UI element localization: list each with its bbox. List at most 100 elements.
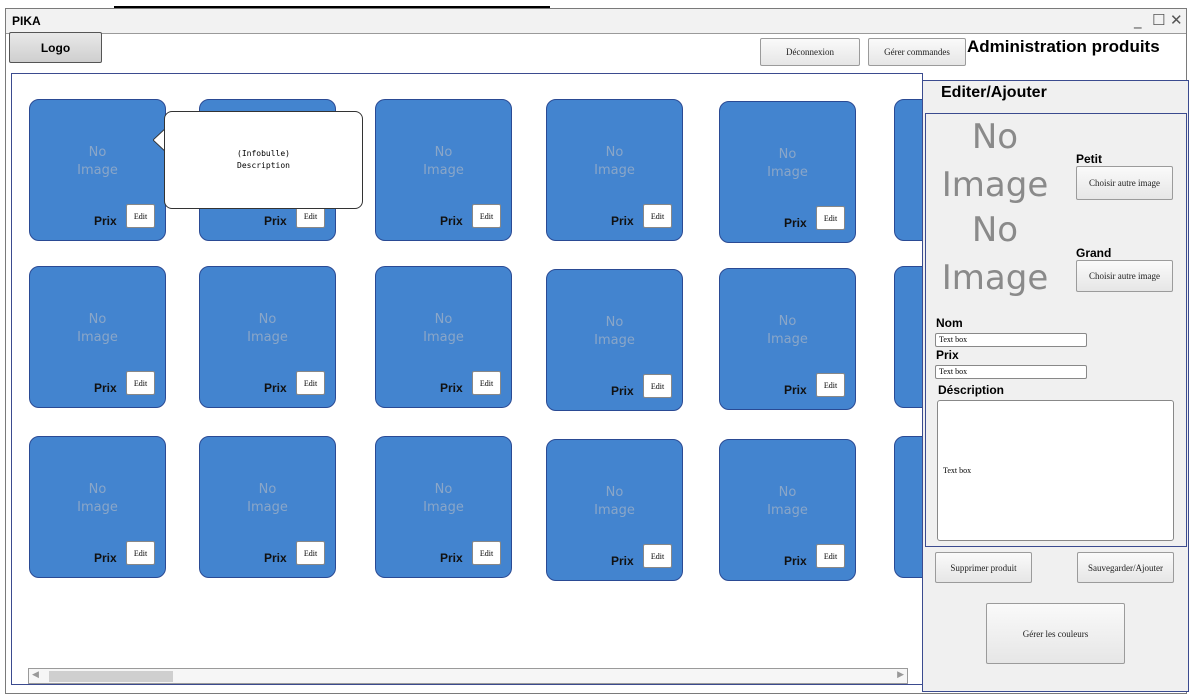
description-tooltip: (Infobulle) Description	[164, 111, 363, 209]
product-price-label: Prix	[611, 554, 634, 568]
no-image-line2: Image	[767, 503, 808, 518]
tooltip-title: (Infobulle)	[237, 149, 290, 158]
no-image-line1: No	[778, 485, 797, 500]
product-image-placeholder: No Image	[30, 311, 165, 347]
large-image-label: Grand	[1076, 246, 1112, 260]
product-card[interactable]: No Image Prix Edit	[29, 266, 166, 408]
small-image-placeholder: No Image	[930, 113, 1060, 209]
no-image-line1: No	[434, 145, 453, 160]
edit-product-button[interactable]: Edit	[126, 541, 155, 565]
product-image-placeholder: No Image	[200, 481, 335, 517]
product-price-label: Prix	[784, 216, 807, 230]
product-image-placeholder: No Image	[30, 144, 165, 180]
product-card[interactable]	[894, 436, 924, 578]
edit-product-button[interactable]: Edit	[643, 374, 672, 398]
no-image-line2: Image	[247, 330, 288, 345]
no-image-line2: Image	[247, 500, 288, 515]
save-add-button[interactable]: Sauvegarder/Ajouter	[1077, 552, 1174, 583]
product-price-label: Prix	[264, 381, 287, 395]
product-card[interactable]: No Image Prix Edit	[546, 269, 683, 411]
manage-colors-button[interactable]: Gérer les couleurs	[986, 603, 1125, 664]
edit-product-button[interactable]: Edit	[296, 371, 325, 395]
product-price-label: Prix	[784, 554, 807, 568]
edit-product-button[interactable]: Edit	[472, 541, 501, 565]
editor-title: Editer/Ajouter	[941, 84, 1047, 101]
product-card[interactable]: No Image Prix Edit	[199, 436, 336, 578]
product-card[interactable]: No Image Prix Edit	[29, 99, 166, 241]
minimize-icon[interactable]: _	[1134, 11, 1142, 29]
large-image-line1: No	[971, 210, 1019, 250]
logout-button[interactable]: Déconnexion	[760, 38, 860, 66]
product-card[interactable]: No Image Prix Edit	[719, 101, 856, 243]
product-image-placeholder: No Image	[200, 311, 335, 347]
product-card[interactable]: No Image Prix Edit	[375, 99, 512, 241]
large-image-line2: Image	[941, 258, 1049, 298]
close-icon[interactable]: ✕	[1170, 11, 1183, 29]
product-card[interactable]: No Image Prix Edit	[546, 439, 683, 581]
product-card[interactable]	[894, 99, 924, 241]
edit-product-button[interactable]: Edit	[126, 371, 155, 395]
no-image-line2: Image	[594, 503, 635, 518]
product-card[interactable]: No Image Prix Edit	[29, 436, 166, 578]
no-image-line2: Image	[767, 332, 808, 347]
no-image-line2: Image	[77, 163, 118, 178]
edit-product-button[interactable]: Edit	[816, 544, 845, 568]
product-image-placeholder: No Image	[720, 146, 855, 182]
logo-button[interactable]: Logo	[9, 32, 102, 63]
no-image-line2: Image	[423, 163, 464, 178]
product-price-label: Prix	[440, 551, 463, 565]
description-textarea[interactable]: Text box	[937, 400, 1174, 541]
edit-product-button[interactable]: Edit	[296, 541, 325, 565]
no-image-line1: No	[778, 314, 797, 329]
product-price-label: Prix	[611, 384, 634, 398]
edit-product-button[interactable]: Edit	[126, 204, 155, 228]
small-image-line1: No	[971, 117, 1019, 157]
no-image-line1: No	[434, 312, 453, 327]
small-image-line2: Image	[941, 165, 1049, 205]
delete-product-button[interactable]: Supprimer produit	[935, 552, 1032, 583]
edit-product-button[interactable]: Edit	[472, 204, 501, 228]
maximize-icon[interactable]: ☐	[1152, 11, 1165, 29]
product-card[interactable]: No Image Prix Edit	[199, 266, 336, 408]
product-card[interactable]: No Image Prix Edit	[719, 439, 856, 581]
scrollbar-thumb[interactable]	[49, 671, 173, 682]
price-label: Prix	[936, 348, 959, 362]
edit-product-button[interactable]: Edit	[816, 206, 845, 230]
name-input[interactable]: Text box	[935, 333, 1087, 347]
product-price-label: Prix	[440, 214, 463, 228]
scroll-right-icon[interactable]: ▶	[897, 670, 904, 680]
product-image-placeholder: No Image	[547, 144, 682, 180]
product-card[interactable]: No Image Prix Edit	[375, 436, 512, 578]
no-image-line2: Image	[767, 165, 808, 180]
choose-small-image-button[interactable]: Choisir autre image	[1076, 166, 1173, 200]
product-card[interactable]: No Image Prix Edit	[719, 268, 856, 410]
product-price-label: Prix	[440, 381, 463, 395]
no-image-line1: No	[88, 482, 107, 497]
product-price-label: Prix	[94, 381, 117, 395]
product-image-placeholder: No Image	[376, 481, 511, 517]
edit-product-button[interactable]: Edit	[816, 373, 845, 397]
edit-product-button[interactable]: Edit	[643, 204, 672, 228]
no-image-line1: No	[88, 145, 107, 160]
product-card[interactable]: No Image Prix Edit	[375, 266, 512, 408]
manage-orders-button[interactable]: Gérer commandes	[868, 38, 966, 66]
title-bar: PIKA _ ☐ ✕	[6, 9, 1186, 34]
no-image-line2: Image	[77, 500, 118, 515]
product-image-placeholder: No Image	[720, 484, 855, 520]
no-image-line1: No	[605, 145, 624, 160]
scroll-left-icon[interactable]: ◀	[32, 670, 39, 680]
no-image-line2: Image	[594, 333, 635, 348]
no-image-line1: No	[434, 482, 453, 497]
product-price-label: Prix	[264, 214, 287, 228]
name-label: Nom	[936, 316, 963, 330]
product-image-placeholder: No Image	[720, 313, 855, 349]
choose-large-image-button[interactable]: Choisir autre image	[1076, 260, 1173, 292]
product-image-placeholder: No Image	[376, 311, 511, 347]
horizontal-scrollbar[interactable]: ◀ ▶	[28, 668, 908, 684]
product-card[interactable]: No Image Prix Edit	[546, 99, 683, 241]
edit-product-button[interactable]: Edit	[472, 371, 501, 395]
product-image-placeholder: No Image	[547, 484, 682, 520]
price-input[interactable]: Text box	[935, 365, 1087, 379]
product-card[interactable]	[894, 266, 924, 408]
edit-product-button[interactable]: Edit	[643, 544, 672, 568]
